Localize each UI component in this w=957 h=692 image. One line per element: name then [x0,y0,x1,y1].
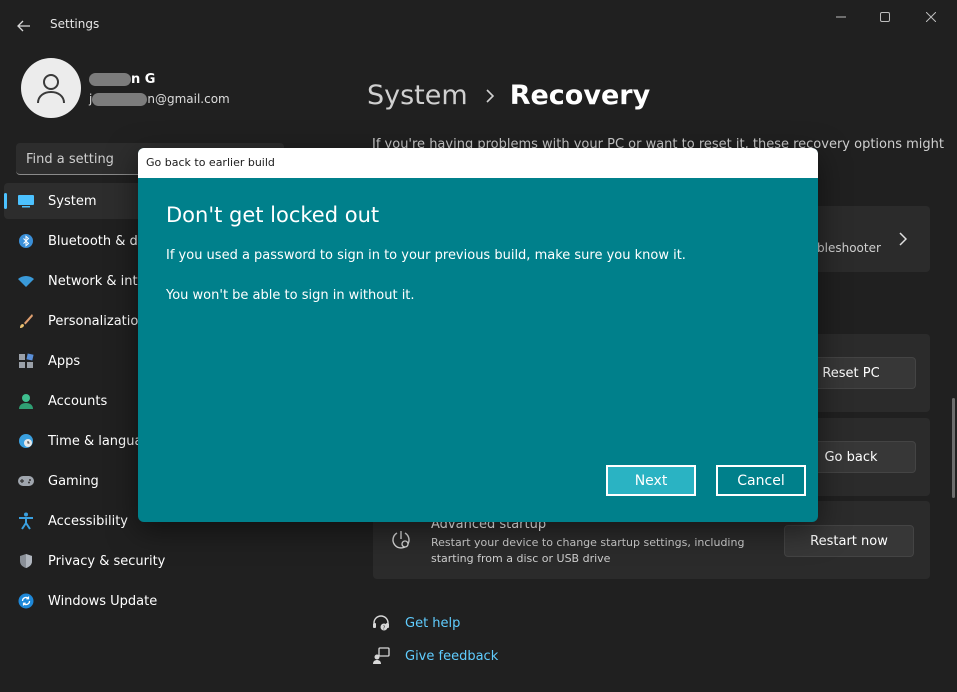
dialog-heading: Don't get locked out [166,203,380,227]
wifi-icon [16,271,36,291]
avatar[interactable] [21,58,81,118]
give-feedback-link[interactable]: Give feedback [371,646,498,666]
troubleshooter-subtitle: bleshooter [817,241,881,255]
svg-text:?: ? [383,625,386,631]
advanced-startup-icon [392,531,410,549]
accessibility-icon [16,511,36,531]
restart-now-button[interactable]: Restart now [784,525,914,557]
sidebar-item-label: Apps [48,353,81,369]
person-icon [16,391,36,411]
sidebar-item-label: Windows Update [48,593,158,609]
dialog-window-title: Go back to earlier build [146,156,275,169]
update-icon [16,591,36,611]
minimize-icon [836,16,846,18]
apps-icon [16,351,36,371]
cancel-button[interactable]: Cancel [716,465,806,496]
sidebar-item-label: Privacy & security [48,553,166,569]
user-email-suffix: n@gmail.com [147,92,230,106]
person-icon [37,74,65,104]
scrollbar[interactable] [952,398,955,498]
sidebar-item-label: Accessibility [48,513,128,529]
monitor-icon [16,191,36,211]
user-email: j n@gmail.com [89,92,230,106]
give-feedback-label: Give feedback [405,648,499,664]
close-icon [926,12,936,22]
get-help-label: Get help [405,615,461,631]
gamepad-icon [16,471,36,491]
sidebar-item-windows-update[interactable]: Windows Update [4,583,284,619]
page-title: Recovery [509,80,651,111]
redacted-name [89,73,131,86]
chevron-right-icon [486,88,494,103]
bluetooth-icon [16,231,36,251]
sidebar-item-label: System [48,193,97,209]
brush-icon [16,311,36,331]
maximize-icon [880,12,890,22]
back-button[interactable] [10,12,38,40]
app-title: Settings [50,17,100,31]
close-button[interactable] [908,4,954,30]
sidebar-item-label: Personalization [48,313,147,329]
go-back-dialog: Go back to earlier build Don't get locke… [138,148,818,522]
minimize-button[interactable] [818,4,864,30]
breadcrumb: System Recovery [367,80,650,111]
shield-icon [16,551,36,571]
sidebar-item-label: Gaming [48,473,99,489]
sidebar-item-label: Accounts [48,393,108,409]
dialog-message-secondary: You won't be able to sign in without it. [166,288,415,303]
breadcrumb-parent[interactable]: System [367,80,468,111]
feedback-icon [371,646,391,666]
get-help-link[interactable]: ? Get help [371,613,460,633]
maximize-button[interactable] [862,4,908,30]
chevron-right-icon [899,232,907,246]
dialog-message: If you used a password to sign in to you… [166,248,686,263]
redacted-email [92,93,148,106]
back-arrow-icon [17,20,30,32]
help-icon: ? [371,613,391,633]
title-bar: Settings [0,0,957,50]
sidebar-item-privacy[interactable]: Privacy & security [4,543,284,579]
next-button[interactable]: Next [606,465,696,496]
globe-clock-icon [16,431,36,451]
user-name: n G [89,72,155,87]
advanced-startup-description: Restart your device to change startup se… [431,536,745,565]
dialog-title-bar: Go back to earlier build [138,148,818,178]
user-name-suffix: n G [131,72,156,87]
